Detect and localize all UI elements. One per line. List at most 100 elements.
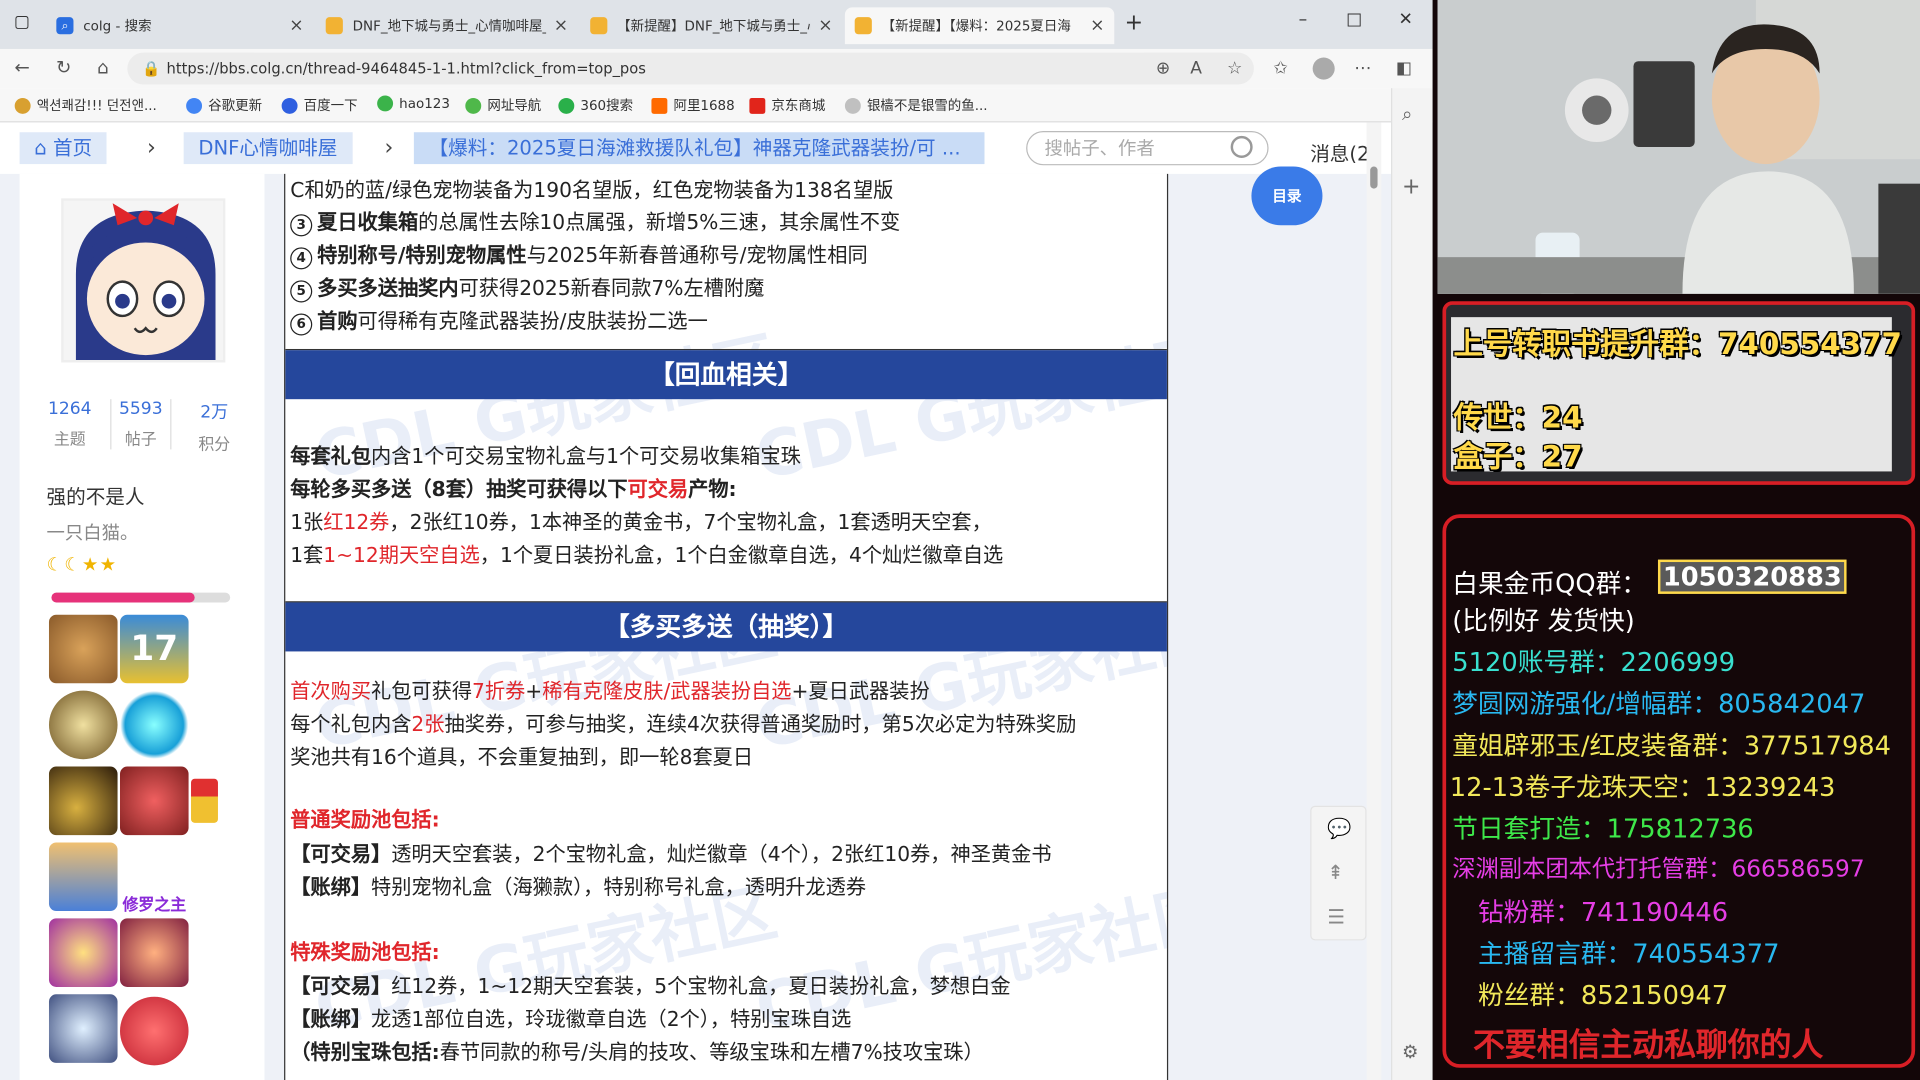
post-content: CDL G玩家社区 CDL G玩家社区 CDL G玩家社区 CDL G玩家社区 … xyxy=(284,173,1169,1080)
toc-button[interactable]: 目录 xyxy=(1251,166,1323,226)
bookmark-icon xyxy=(14,97,31,114)
bookmark-item[interactable]: 银樯不是银雪的鱼... xyxy=(844,96,988,116)
bookmark-item[interactable]: 网址导航 xyxy=(465,96,541,116)
window-close-icon[interactable]: ✕ xyxy=(1393,10,1417,30)
post-line: 每轮多买多送（8套）抽奖可获得以下可交易产物: xyxy=(290,473,736,502)
chibi-medal-icon[interactable] xyxy=(48,842,118,912)
list-icon[interactable]: ☰ xyxy=(1327,905,1345,928)
sidebar-toggle-icon[interactable]: ◧ xyxy=(1396,59,1412,79)
search-input[interactable]: 搜帖子、作者 xyxy=(1026,131,1269,166)
favorite-star-icon[interactable]: ☆ xyxy=(1227,59,1242,79)
tab-coffee-house[interactable]: DNF_地下城与勇士_心情咖啡屋_ × xyxy=(316,7,578,44)
settings-gear-icon[interactable]: ⚙ xyxy=(1402,1041,1418,1063)
text: 礼包可获得 xyxy=(371,679,473,703)
tab-actions-icon[interactable]: ▢ xyxy=(10,12,34,32)
bold-text: 夏日收集箱 xyxy=(317,210,419,234)
edge-sidebar: ⌕ + ⚙ xyxy=(1391,88,1433,1080)
crumb-thread[interactable]: 【爆料：2025夏日海滩救援队礼包】神器克隆武器装扮/可 ... xyxy=(413,132,985,165)
crumb-label: 首页 xyxy=(52,135,93,160)
close-icon[interactable]: × xyxy=(818,16,832,36)
red-text: 7折券 xyxy=(472,679,526,703)
stat-number: 5593 xyxy=(118,399,163,419)
home-icon: ⌂ xyxy=(34,135,47,160)
home-icon[interactable]: ⌂ xyxy=(91,56,115,78)
maximize-icon[interactable]: □ xyxy=(1342,10,1366,30)
dragon-medal-icon[interactable] xyxy=(48,766,118,836)
post-heading: 特殊奖励池包括: xyxy=(290,940,440,964)
search-icon[interactable] xyxy=(1230,135,1253,158)
stat-number: 1264 xyxy=(47,399,92,419)
monkey-medal-icon[interactable] xyxy=(48,614,118,684)
stat-posts[interactable]: 5593 帖子 xyxy=(110,399,172,450)
scrollbar[interactable] xyxy=(1366,122,1382,1080)
overlay-group-line: 节日套打造：175812736 xyxy=(1452,814,1754,844)
user-sidebar: 1264 主题 5593 帖子 2万 积分 强的不是人 一只白猫。 ☾☾★★ 17 修… xyxy=(19,173,265,1080)
overlay-group-line: 童姐辟邪玉/红皮装备群：377517984 xyxy=(1452,731,1892,761)
favorites-icon[interactable]: ✩ xyxy=(1273,59,1287,79)
crystal-medal-icon[interactable] xyxy=(48,994,118,1063)
close-icon[interactable]: × xyxy=(554,16,568,36)
post-line: 首次购买礼包可获得7折券+稀有克隆皮肤/武器装扮自选+夏日武器装扮 xyxy=(290,675,929,704)
more-menu-icon[interactable]: ⋯ xyxy=(1354,59,1371,79)
text: ，2张红10券，1本神圣的黄金书，7个宝物礼盒，1套透明天空套， xyxy=(389,510,992,534)
creator-medal-icon[interactable] xyxy=(48,690,118,760)
ribbon-medal-icon[interactable] xyxy=(191,778,218,823)
sunburst-medal-icon[interactable] xyxy=(48,918,118,987)
crumb-board[interactable]: DNF心情咖啡屋 xyxy=(183,132,353,165)
post-line: 【可交易】红12券，1~12期天空套装，5个宝物礼盒，夏日装扮礼盒，梦想白金 xyxy=(290,970,1010,999)
messages-link[interactable]: 消息(2 xyxy=(1310,137,1369,166)
anniversary-17-medal-icon[interactable]: 17 xyxy=(120,614,189,684)
tab-bar: ▢ ⌕ colg - 搜索 × DNF_地下城与勇士_心情咖啡屋_ × 【新提醒… xyxy=(0,0,1433,49)
stat-points[interactable]: 2万 积分 xyxy=(184,399,245,454)
tab-colg-search[interactable]: ⌕ colg - 搜索 × xyxy=(47,7,314,44)
post-line: （特别宝珠包括:春节同款的称号/头肩的技攻、等级宝珠和左槽7%技攻宝珠） xyxy=(290,1036,984,1065)
bookmark-item[interactable]: 阿里1688 xyxy=(651,96,735,116)
bold-text: 【账绑】 xyxy=(290,1007,372,1032)
bookmark-item[interactable]: hao123 xyxy=(377,95,450,112)
new-tab-icon[interactable]: + xyxy=(1122,10,1146,36)
tab-active-thread[interactable]: 【新提醒】【爆料：2025夏日海 × xyxy=(844,7,1115,45)
stat-label: 积分 xyxy=(198,435,231,455)
minimize-icon[interactable]: – xyxy=(1291,10,1315,30)
back-icon[interactable]: ← xyxy=(10,56,34,78)
water-splash-medal-icon[interactable] xyxy=(120,690,189,760)
search-icon[interactable]: ⌕ xyxy=(1402,103,1412,125)
post-line: 【可交易】透明天空套装，2个宝物礼盒，灿烂徽章（4个），2张红10券，神圣黄金书 xyxy=(290,838,1051,867)
url-field[interactable]: 🔒 https://bbs.colg.cn/thread-9464845-1-1… xyxy=(127,52,1254,85)
stat-label: 主题 xyxy=(53,431,86,450)
star-medal-icon[interactable] xyxy=(120,918,189,987)
back-to-top-icon[interactable]: ⇞ xyxy=(1327,861,1343,884)
tab-new-remind[interactable]: 【新提醒】DNF_地下城与勇士_心 × xyxy=(580,7,842,44)
text: 1套 xyxy=(290,543,324,567)
scrollbar-thumb[interactable] xyxy=(1370,166,1378,189)
username[interactable]: 强的不是人 xyxy=(47,480,145,509)
crumb-home[interactable]: ⌂ 首页 xyxy=(19,132,107,165)
close-icon[interactable]: × xyxy=(1090,16,1104,36)
text: +夏日武器装扮 xyxy=(791,679,930,703)
watermark: CDL G玩家社区 xyxy=(308,325,783,495)
avatar[interactable] xyxy=(61,198,226,363)
read-aloud-icon[interactable]: A xyxy=(1190,59,1202,79)
character-medal-icon[interactable] xyxy=(120,766,189,836)
red-text: 2张 xyxy=(411,712,445,736)
bookmark-item[interactable]: 京东商城 xyxy=(749,96,825,116)
text: 可得稀有克隆武器装扮/皮肤装扮二选一 xyxy=(357,309,708,334)
bookmark-item[interactable]: 액션쾌감!!! 던전앤... xyxy=(14,96,157,116)
zoom-icon[interactable]: ⊕ xyxy=(1156,59,1170,79)
character-medal-icon[interactable] xyxy=(120,996,189,1066)
close-icon[interactable]: × xyxy=(289,16,303,36)
bookmark-item[interactable]: 谷歌更新 xyxy=(186,96,262,116)
post-line: 1套1~12期天空自选，1个夏日装扮礼盒，1个白金徽章自选，4个灿烂徽章自选 xyxy=(290,539,1003,568)
refresh-icon[interactable]: ↻ xyxy=(51,56,75,78)
add-icon[interactable]: + xyxy=(1402,174,1420,200)
text: 的总属性去除10点属强，新增5%三速，其余属性不变 xyxy=(418,210,901,234)
post-line: 4 特别称号/特别宠物属性与2025年新春普通称号/宠物属性相同 xyxy=(290,239,868,270)
number-badge: 6 xyxy=(290,313,313,336)
stat-threads[interactable]: 1264 主题 xyxy=(39,399,100,449)
bold-text: 每套礼包 xyxy=(290,444,372,468)
profile-avatar-icon[interactable] xyxy=(1312,57,1335,80)
comment-icon[interactable]: 💬 xyxy=(1327,817,1351,840)
overlay-group-line: 梦圆网游强化/增幅群：805842047 xyxy=(1452,689,1866,719)
bookmark-item[interactable]: 百度一下 xyxy=(281,96,358,116)
bookmark-item[interactable]: 360搜索 xyxy=(558,96,633,116)
